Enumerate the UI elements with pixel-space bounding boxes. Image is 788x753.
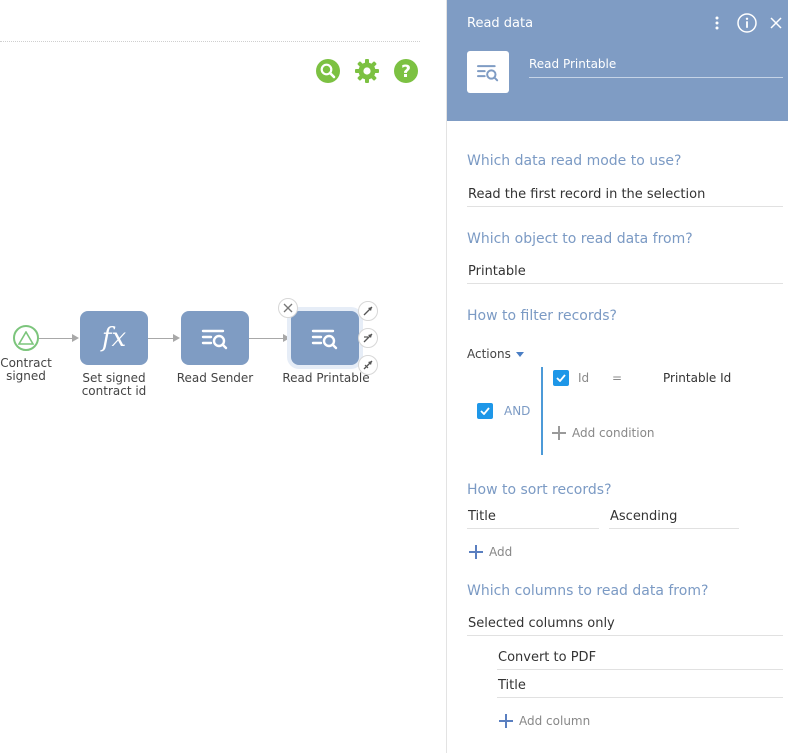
arrow-head bbox=[72, 334, 79, 342]
columns-label: Which columns to read data from? bbox=[467, 583, 709, 599]
info-icon bbox=[737, 13, 757, 33]
columns-mode-select[interactable]: Selected columns only bbox=[467, 611, 783, 636]
object-label: Which object to read data from? bbox=[467, 231, 693, 247]
object-lookup[interactable]: Printable bbox=[467, 259, 783, 284]
close-icon bbox=[770, 17, 782, 29]
node-label: Set signed contract id bbox=[81, 371, 147, 398]
add-column-label: Add column bbox=[519, 714, 591, 728]
svg-text:?: ? bbox=[401, 62, 411, 82]
panel-title: Read data bbox=[467, 16, 534, 31]
process-canvas: ? Contract signed fx Set signed contract… bbox=[0, 0, 446, 753]
close-icon bbox=[283, 303, 293, 313]
arrow-head bbox=[283, 334, 290, 342]
gear-icon[interactable] bbox=[354, 58, 380, 84]
node-label: Contract signed bbox=[0, 356, 52, 383]
canvas-top-border bbox=[0, 41, 420, 42]
add-sort-label: Add bbox=[489, 545, 513, 559]
triangle-icon bbox=[18, 331, 34, 345]
add-condition-button[interactable]: Add condition bbox=[552, 426, 655, 440]
caret-down-icon bbox=[515, 351, 524, 357]
connector bbox=[249, 338, 284, 339]
connector bbox=[39, 338, 73, 339]
condition-column[interactable]: Id bbox=[578, 371, 589, 385]
function-icon: fx bbox=[101, 323, 127, 353]
search-icon[interactable] bbox=[315, 58, 341, 84]
sort-column-select[interactable]: Title bbox=[467, 504, 599, 529]
default-flow-icon bbox=[363, 360, 373, 370]
conditional-flow-icon bbox=[363, 333, 373, 343]
start-event[interactable] bbox=[13, 325, 39, 351]
checkmark-icon bbox=[556, 374, 566, 382]
arrow-head bbox=[173, 334, 180, 342]
node-label: Read Sender bbox=[176, 371, 254, 385]
read-mode-select[interactable]: Read the first record in the selection bbox=[467, 182, 783, 207]
actions-label: Actions bbox=[467, 347, 511, 361]
vertical-dots-icon bbox=[715, 16, 719, 30]
read-data-node[interactable] bbox=[181, 311, 249, 365]
plus-icon bbox=[552, 426, 566, 440]
filter-actions-menu[interactable]: Actions bbox=[467, 347, 524, 361]
info-button[interactable] bbox=[736, 12, 758, 34]
read-data-icon bbox=[201, 329, 228, 350]
close-panel-button[interactable] bbox=[768, 12, 784, 34]
sort-direction-select[interactable]: Ascending bbox=[609, 504, 739, 529]
element-icon bbox=[467, 51, 509, 93]
filter-label: How to filter records? bbox=[467, 308, 617, 324]
add-condition-label: Add condition bbox=[572, 426, 655, 440]
plus-icon bbox=[499, 714, 513, 728]
question-icon[interactable]: ? bbox=[393, 58, 419, 84]
formula-node[interactable]: fx bbox=[80, 311, 148, 365]
flow-arrow-icon bbox=[363, 306, 373, 316]
read-mode-label: Which data read mode to use? bbox=[467, 153, 682, 169]
filter-group-bar bbox=[541, 367, 543, 455]
group-operator[interactable]: AND bbox=[504, 404, 530, 418]
read-data-icon bbox=[311, 329, 338, 350]
element-properties-panel: Read data Read Printable Which data read… bbox=[446, 0, 788, 753]
more-options-button[interactable] bbox=[711, 12, 723, 34]
add-sort-button[interactable]: Add bbox=[469, 545, 512, 559]
condition-checkbox[interactable] bbox=[553, 370, 569, 386]
delete-element-button[interactable] bbox=[278, 298, 298, 318]
default-flow-button[interactable] bbox=[358, 355, 378, 375]
column-item[interactable]: Title bbox=[497, 673, 783, 698]
sort-label: How to sort records? bbox=[467, 482, 612, 498]
element-name-input[interactable]: Read Printable bbox=[529, 55, 783, 78]
add-column-button[interactable]: Add column bbox=[499, 714, 590, 728]
condition-operator[interactable]: = bbox=[612, 371, 622, 385]
conditional-flow-button[interactable] bbox=[358, 328, 378, 348]
plus-icon bbox=[469, 545, 483, 559]
node-label: Read Printable bbox=[282, 371, 370, 385]
column-item[interactable]: Convert to PDF bbox=[497, 645, 783, 670]
read-data-node-selected[interactable] bbox=[291, 311, 359, 365]
connect-flow-button[interactable] bbox=[358, 301, 378, 321]
read-data-icon bbox=[477, 65, 499, 82]
panel-header: Read data Read Printable bbox=[447, 0, 788, 121]
checkmark-icon bbox=[480, 407, 490, 415]
group-checkbox[interactable] bbox=[477, 403, 493, 419]
condition-value[interactable]: Printable Id bbox=[663, 371, 731, 385]
connector bbox=[148, 338, 174, 339]
